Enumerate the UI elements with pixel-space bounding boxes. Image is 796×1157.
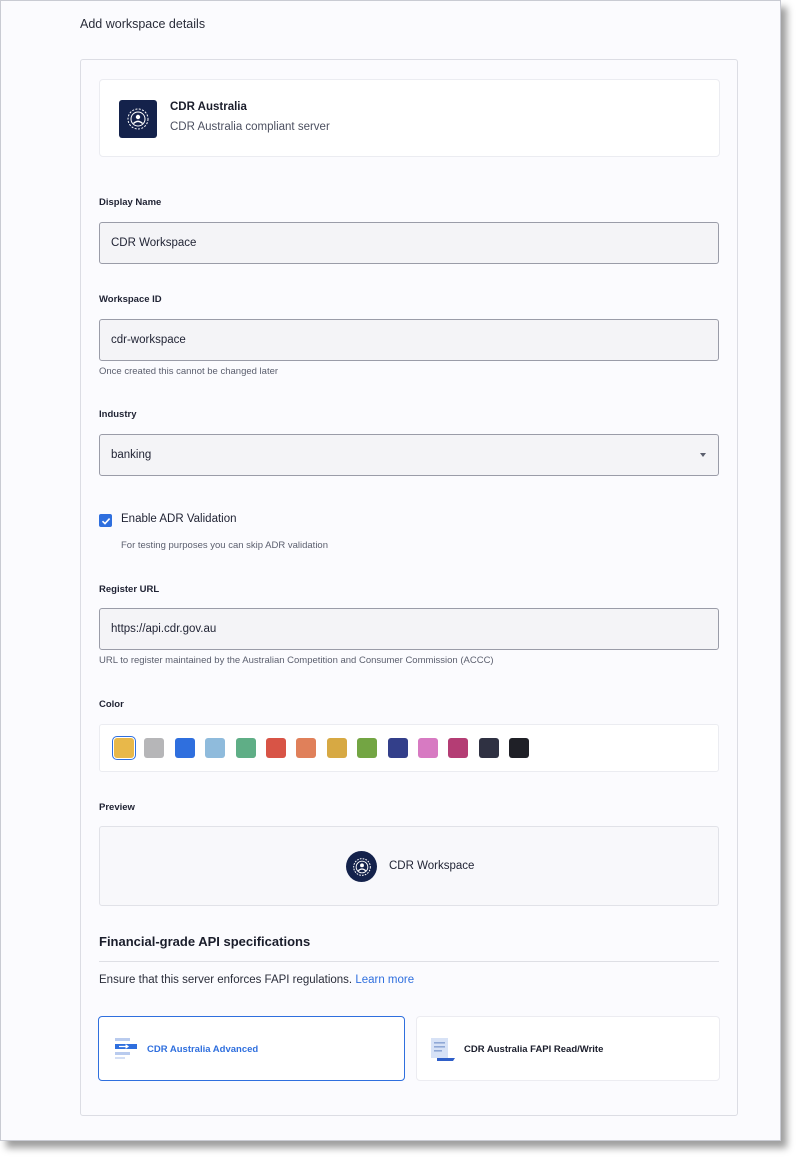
section-divider <box>99 961 719 962</box>
color-swatch[interactable] <box>144 738 165 758</box>
server-name: CDR Australia <box>170 101 247 113</box>
color-swatch[interactable] <box>357 738 378 758</box>
color-swatch[interactable] <box>112 736 136 760</box>
color-swatch[interactable] <box>174 738 195 758</box>
color-swatch[interactable] <box>296 738 317 758</box>
learn-more-link[interactable]: Learn more <box>355 974 414 986</box>
server-card: CDR Australia CDR Australia compliant se… <box>99 79 720 157</box>
workspace-form-panel: CDR Australia CDR Australia compliant se… <box>80 59 738 1116</box>
fapi-section-title: Financial-grade API specifications <box>99 934 311 949</box>
color-swatch[interactable] <box>448 738 469 758</box>
display-name-label: Display Name <box>99 197 162 208</box>
spec-label-cdr-fapi-rw: CDR Australia FAPI Read/Write <box>464 1044 604 1055</box>
color-label: Color <box>99 699 124 710</box>
workspace-details-window: Add workspace details CDR Australia CDR … <box>0 0 781 1141</box>
industry-select[interactable]: banking <box>99 434 719 476</box>
adr-validation-helper: For testing purposes you can skip ADR va… <box>121 540 328 551</box>
register-url-helper: URL to register maintained by the Austra… <box>99 655 494 666</box>
workspace-id-label: Workspace ID <box>99 294 162 305</box>
spec-option-cdr-fapi-rw[interactable]: CDR Australia FAPI Read/Write <box>416 1016 720 1081</box>
color-swatch[interactable] <box>266 738 286 758</box>
register-url-input[interactable] <box>99 608 719 650</box>
color-swatch[interactable] <box>478 738 499 758</box>
adr-validation-checkbox[interactable] <box>99 514 112 527</box>
checkmark-icon <box>101 517 110 525</box>
color-swatch[interactable] <box>418 738 438 758</box>
color-picker <box>99 724 719 772</box>
radar-person-icon <box>119 100 157 138</box>
color-swatch[interactable] <box>509 738 530 758</box>
preview-label: Preview <box>99 802 135 813</box>
spec-label-cdr-advanced: CDR Australia Advanced <box>147 1044 259 1055</box>
document-lines-icon <box>431 1038 455 1061</box>
adr-validation-label[interactable]: Enable ADR Validation <box>121 513 237 525</box>
workspace-preview: CDR Workspace <box>99 826 719 906</box>
server-description: CDR Australia compliant server <box>170 121 330 133</box>
color-swatch[interactable] <box>235 738 256 758</box>
workspace-id-helper: Once created this cannot be changed late… <box>99 366 279 377</box>
workspace-id-input[interactable] <box>99 319 719 361</box>
color-swatch[interactable] <box>205 738 226 758</box>
industry-label: Industry <box>99 409 137 420</box>
fapi-description: Ensure that this server enforces FAPI re… <box>99 974 414 986</box>
register-url-label: Register URL <box>99 584 160 595</box>
spec-option-cdr-advanced[interactable]: CDR Australia Advanced <box>98 1016 405 1081</box>
radar-person-icon <box>346 851 377 882</box>
display-name-input[interactable] <box>99 222 719 264</box>
chevron-down-icon <box>700 453 706 457</box>
industry-value: banking <box>111 449 152 461</box>
fapi-description-text: Ensure that this server enforces FAPI re… <box>99 974 353 986</box>
color-swatch[interactable] <box>387 738 408 758</box>
color-swatch[interactable] <box>326 738 347 758</box>
preview-workspace-name: CDR Workspace <box>389 860 475 872</box>
arrow-document-icon <box>115 1038 137 1059</box>
page-title: Add workspace details <box>80 17 206 31</box>
